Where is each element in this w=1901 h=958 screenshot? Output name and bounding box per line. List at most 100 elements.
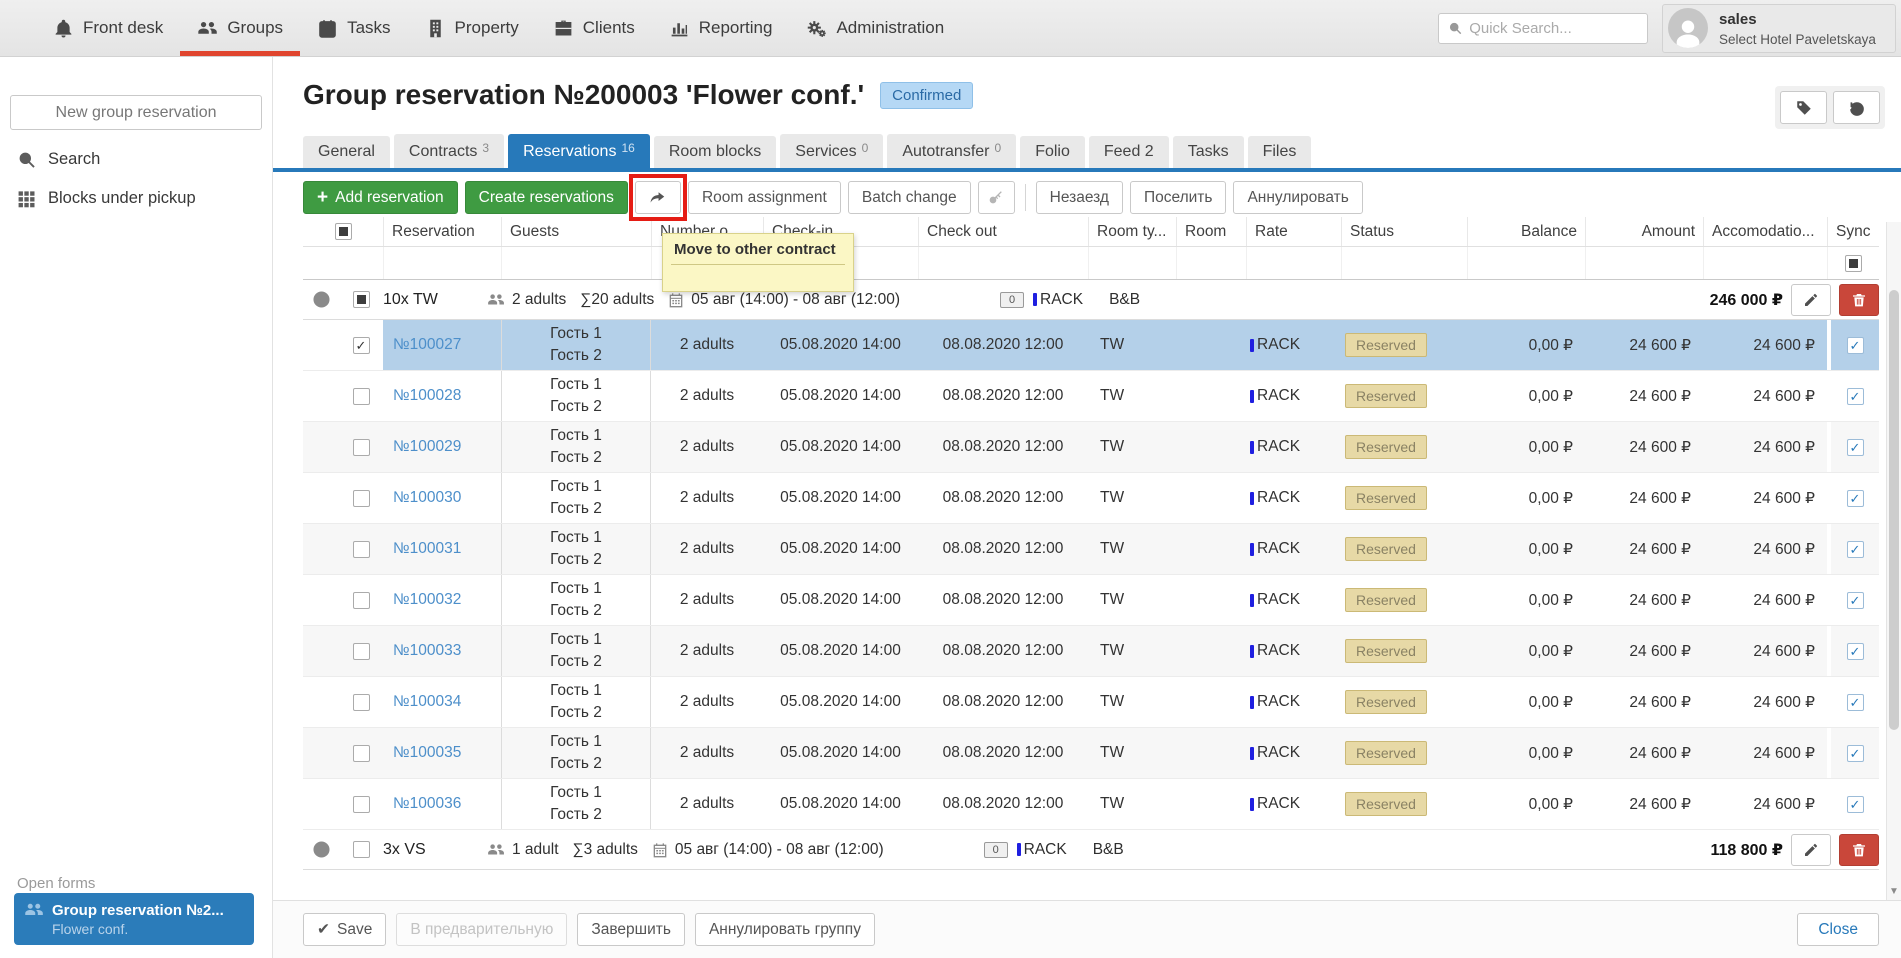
col-sync[interactable]: Sync: [1827, 217, 1879, 246]
col-amount[interactable]: Amount: [1585, 217, 1703, 246]
row-select-checkbox[interactable]: [339, 728, 383, 778]
open-form-card[interactable]: Group reservation №2... Flower conf.: [14, 893, 254, 945]
reservation-link[interactable]: №100036: [383, 779, 501, 829]
nav-item-clients[interactable]: Clients: [536, 0, 652, 56]
row-select-checkbox[interactable]: [339, 422, 383, 472]
check-in-button[interactable]: Поселить: [1130, 181, 1227, 214]
row-select-checkbox[interactable]: [339, 626, 383, 676]
col-check-out[interactable]: Check out: [918, 217, 1088, 246]
move-to-other-contract-button[interactable]: [635, 181, 681, 214]
collapse-group-button[interactable]: [303, 840, 339, 859]
nav-item-tasks[interactable]: Tasks: [300, 0, 407, 56]
delete-group-button[interactable]: [1839, 834, 1879, 866]
key-button[interactable]: [978, 181, 1015, 214]
plus-icon: +: [317, 188, 328, 207]
guest-name: Гость 1: [550, 731, 602, 753]
row-select-checkbox[interactable]: [339, 677, 383, 727]
create-reservations-button[interactable]: Create reservations: [465, 181, 628, 214]
col-room-type[interactable]: Room ty...: [1088, 217, 1176, 246]
to-preliminary-button[interactable]: В предварительную: [396, 913, 567, 946]
nav-item-groups[interactable]: Groups: [180, 0, 300, 56]
tab-folio[interactable]: Folio: [1020, 136, 1085, 168]
history-icon: [1848, 99, 1866, 117]
nav-item-property[interactable]: Property: [408, 0, 536, 56]
tags-button[interactable]: [1780, 91, 1827, 124]
edit-group-button[interactable]: [1791, 284, 1831, 316]
row-select-checkbox[interactable]: [339, 575, 383, 625]
reservation-link[interactable]: №100030: [383, 473, 501, 523]
room-assignment-button[interactable]: Room assignment: [688, 181, 841, 214]
sync-checkbox[interactable]: [1827, 626, 1879, 676]
sidebar-item-search[interactable]: Search: [0, 140, 272, 179]
batch-change-button[interactable]: Batch change: [848, 181, 971, 214]
col-status[interactable]: Status: [1341, 217, 1467, 246]
tab-autotransfer[interactable]: Autotransfer0: [887, 134, 1016, 168]
group-select-checkbox[interactable]: [339, 841, 383, 858]
tab-general[interactable]: General: [303, 136, 390, 168]
row-select-checkbox[interactable]: [339, 320, 383, 370]
reservation-link[interactable]: №100031: [383, 524, 501, 574]
select-all-checkbox[interactable]: [303, 217, 383, 246]
tab-reservations[interactable]: Reservations16: [508, 134, 650, 168]
tab-feed-2[interactable]: Feed 2: [1089, 136, 1169, 168]
sync-filter-checkbox[interactable]: [1827, 247, 1879, 279]
row-select-checkbox[interactable]: [339, 371, 383, 421]
col-accommodation[interactable]: Accomodatio...: [1703, 217, 1827, 246]
group-select-checkbox[interactable]: [339, 291, 383, 308]
sync-checkbox[interactable]: [1827, 728, 1879, 778]
sidebar-item-blocks-under-pickup[interactable]: Blocks under pickup: [0, 179, 272, 218]
sync-checkbox[interactable]: [1827, 575, 1879, 625]
new-group-reservation-button[interactable]: New group reservation: [10, 95, 262, 130]
sync-checkbox[interactable]: [1827, 473, 1879, 523]
tab-services[interactable]: Services0: [780, 134, 883, 168]
col-reservation[interactable]: Reservation: [383, 217, 501, 246]
finish-button[interactable]: Завершить: [577, 913, 685, 946]
annul-button[interactable]: Аннулировать: [1233, 181, 1362, 214]
row-select-checkbox[interactable]: [339, 524, 383, 574]
delete-group-button[interactable]: [1839, 284, 1879, 316]
pencil-icon: [1803, 292, 1819, 308]
sync-checkbox[interactable]: [1827, 371, 1879, 421]
collapse-group-button[interactable]: [303, 290, 339, 309]
close-button[interactable]: Close: [1797, 913, 1879, 946]
save-button[interactable]: ✔Save: [303, 913, 386, 946]
col-guests[interactable]: Guests: [501, 217, 651, 246]
group-row: 3x VS 1 adult ∑3 adults 05 авг (14:00) -…: [303, 830, 1879, 870]
reservation-link[interactable]: №100028: [383, 371, 501, 421]
reservation-link[interactable]: №100032: [383, 575, 501, 625]
sync-checkbox[interactable]: [1827, 524, 1879, 574]
nav-item-reporting[interactable]: Reporting: [652, 0, 790, 56]
amount: 24 600 ₽: [1585, 422, 1703, 472]
tab-count: 0: [862, 141, 869, 155]
user-menu[interactable]: sales Select Hotel Paveletskaya: [1662, 4, 1896, 53]
scrollbar-down-arrow[interactable]: ▼: [1887, 887, 1901, 897]
sync-checkbox[interactable]: [1827, 422, 1879, 472]
reservation-link[interactable]: №100033: [383, 626, 501, 676]
sync-checkbox[interactable]: [1827, 677, 1879, 727]
col-rate[interactable]: Rate: [1246, 217, 1341, 246]
col-balance[interactable]: Balance: [1467, 217, 1585, 246]
reservation-link[interactable]: №100035: [383, 728, 501, 778]
col-room[interactable]: Room: [1176, 217, 1246, 246]
history-button[interactable]: [1833, 91, 1880, 124]
row-select-checkbox[interactable]: [339, 473, 383, 523]
reservation-link[interactable]: №100027: [383, 320, 501, 370]
vertical-scrollbar[interactable]: ▼: [1886, 222, 1901, 900]
reservation-link[interactable]: №100029: [383, 422, 501, 472]
nav-item-front-desk[interactable]: Front desk: [36, 0, 180, 56]
row-select-checkbox[interactable]: [339, 779, 383, 829]
sync-checkbox[interactable]: [1827, 320, 1879, 370]
sync-checkbox[interactable]: [1827, 779, 1879, 829]
scrollbar-thumb[interactable]: [1889, 290, 1899, 730]
nav-item-administration[interactable]: Administration: [789, 0, 961, 56]
add-reservation-button[interactable]: +Add reservation: [303, 181, 458, 214]
no-show-button[interactable]: Незаезд: [1036, 181, 1123, 214]
edit-group-button[interactable]: [1791, 834, 1831, 866]
quick-search-input[interactable]: [1469, 20, 1638, 37]
tab-room-blocks[interactable]: Room blocks: [654, 136, 776, 168]
reservation-link[interactable]: №100034: [383, 677, 501, 727]
tab-contracts[interactable]: Contracts3: [394, 134, 504, 168]
tab-tasks[interactable]: Tasks: [1173, 136, 1244, 168]
tab-files[interactable]: Files: [1248, 136, 1312, 168]
annul-group-button[interactable]: Аннулировать группу: [695, 913, 875, 946]
